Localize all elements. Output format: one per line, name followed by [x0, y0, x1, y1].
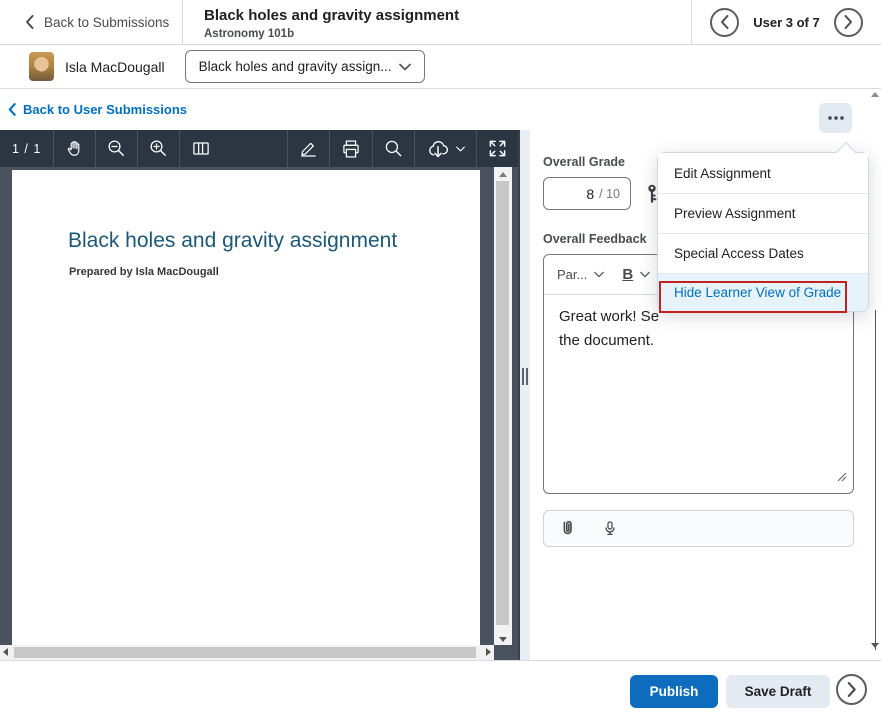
assignment-header: Black holes and gravity assignment Astro… [183, 0, 691, 44]
top-header: Back to Submissions Black holes and grav… [0, 0, 881, 45]
search-document-button[interactable] [373, 130, 414, 167]
footer-bar: Publish Save Draft [0, 660, 881, 717]
attach-file-button[interactable] [559, 519, 577, 539]
chevron-right-icon [847, 682, 857, 697]
document-vertical-scrollbar[interactable] [494, 167, 512, 645]
back-to-submissions-label: Back to Submissions [44, 15, 169, 30]
back-to-user-submissions-link[interactable]: Back to User Submissions [0, 89, 518, 130]
toolbar-spacer [222, 130, 287, 167]
panel-splitter[interactable] [518, 130, 530, 660]
chevron-left-icon [720, 15, 729, 29]
footer-next-user-button[interactable] [836, 674, 867, 705]
document-horizontal-scrollbar[interactable] [0, 645, 494, 660]
zoom-in-button[interactable] [138, 130, 179, 167]
microphone-icon [601, 519, 619, 539]
chevron-down-icon [640, 271, 650, 278]
scroll-down-arrow-icon[interactable] [499, 637, 507, 642]
scroll-right-arrow-icon[interactable] [486, 648, 491, 656]
feedback-attachments-bar [543, 510, 854, 547]
download-cloud-icon [426, 138, 450, 160]
menu-item-special-access-dates[interactable]: Special Access Dates [658, 233, 868, 273]
menu-item-hide-learner-view-of-grade[interactable]: Hide Learner View of Grade [658, 273, 868, 311]
vertical-scrollbar-thumb[interactable] [496, 181, 509, 625]
zoom-out-button[interactable] [96, 130, 137, 167]
chevron-left-icon [8, 103, 16, 116]
chevron-left-icon [25, 15, 34, 29]
grade-denominator: / 10 [599, 187, 620, 201]
page-layout-icon [191, 139, 211, 158]
feedback-line-2: the document. [559, 329, 838, 353]
download-button[interactable] [415, 130, 476, 167]
grade-input[interactable] [566, 186, 594, 202]
document-viewer: Black holes and gravity assignment Prepa… [0, 167, 518, 660]
zoom-out-icon [107, 139, 126, 158]
scroll-up-arrow-icon[interactable] [871, 92, 879, 97]
zoom-in-icon [149, 139, 168, 158]
overall-feedback-label: Overall Feedback [543, 232, 647, 246]
paperclip-icon [559, 519, 577, 539]
previous-user-button[interactable] [710, 8, 739, 37]
bold-dropdown[interactable]: B [622, 266, 650, 283]
course-name: Astronomy 101b [204, 28, 691, 40]
horizontal-scrollbar-thumb[interactable] [14, 647, 476, 658]
avatar [29, 52, 54, 81]
page-scrollbar-thumb[interactable] [875, 310, 876, 650]
hand-icon [65, 139, 84, 158]
submission-dropdown[interactable]: Black holes and gravity assign... [185, 50, 425, 83]
scroll-down-arrow-icon[interactable] [871, 643, 879, 648]
overall-grade-label: Overall Grade [543, 155, 625, 169]
chevron-down-icon [399, 63, 411, 71]
scroll-left-arrow-icon[interactable] [3, 648, 8, 656]
document-title: Black holes and gravity assignment [68, 229, 397, 253]
search-icon [384, 139, 403, 158]
chevron-down-icon [594, 271, 604, 278]
document-page: Black holes and gravity assignment Prepa… [12, 170, 480, 645]
record-audio-button[interactable] [601, 519, 619, 539]
user-position-label: User 3 of 7 [753, 15, 819, 30]
next-user-button[interactable] [834, 8, 863, 37]
paragraph-format-dropdown[interactable]: Par... [557, 267, 604, 282]
assignment-grading-page: Back to Submissions Black holes and grav… [0, 0, 881, 717]
splitter-grip-icon[interactable] [522, 368, 528, 385]
scroll-up-arrow-icon[interactable] [499, 172, 507, 177]
ellipsis-icon [826, 114, 846, 122]
menu-item-edit-assignment[interactable]: Edit Assignment [658, 153, 868, 193]
user-name: Isla MacDougall [65, 59, 165, 75]
print-button[interactable] [330, 130, 372, 167]
page-layout-button[interactable] [180, 130, 222, 167]
assignment-actions-menu: Edit Assignment Preview Assignment Speci… [657, 152, 869, 312]
publish-button[interactable]: Publish [630, 675, 718, 708]
back-to-user-submissions-label: Back to User Submissions [23, 102, 187, 117]
bold-button-label: B [622, 266, 633, 283]
grade-input-box: / 10 [543, 177, 631, 210]
page-scrollbar[interactable] [868, 89, 881, 660]
expand-icon [488, 139, 507, 158]
submission-dropdown-label: Black holes and gravity assign... [199, 59, 392, 74]
back-to-submissions-link[interactable]: Back to Submissions [0, 0, 183, 44]
menu-item-preview-assignment[interactable]: Preview Assignment [658, 193, 868, 233]
pencil-icon [299, 139, 318, 158]
save-draft-button[interactable]: Save Draft [726, 675, 830, 708]
pan-tool-button[interactable] [54, 130, 95, 167]
assignment-title: Black holes and gravity assignment [204, 7, 691, 25]
user-navigation: User 3 of 7 [691, 0, 881, 44]
fullscreen-button[interactable] [477, 130, 518, 167]
paragraph-format-label: Par... [557, 267, 587, 282]
annotate-button[interactable] [288, 130, 329, 167]
chevron-down-icon [456, 146, 465, 152]
page-indicator: 1 / 1 [0, 130, 53, 167]
pdf-toolbar: 1 / 1 [0, 130, 518, 167]
more-actions-button[interactable] [819, 103, 852, 133]
chevron-right-icon [844, 15, 853, 29]
print-icon [341, 139, 361, 159]
editor-resize-handle-icon[interactable] [837, 469, 847, 487]
document-byline: Prepared by Isla MacDougall [69, 266, 219, 278]
user-bar: Isla MacDougall Black holes and gravity … [0, 45, 881, 89]
